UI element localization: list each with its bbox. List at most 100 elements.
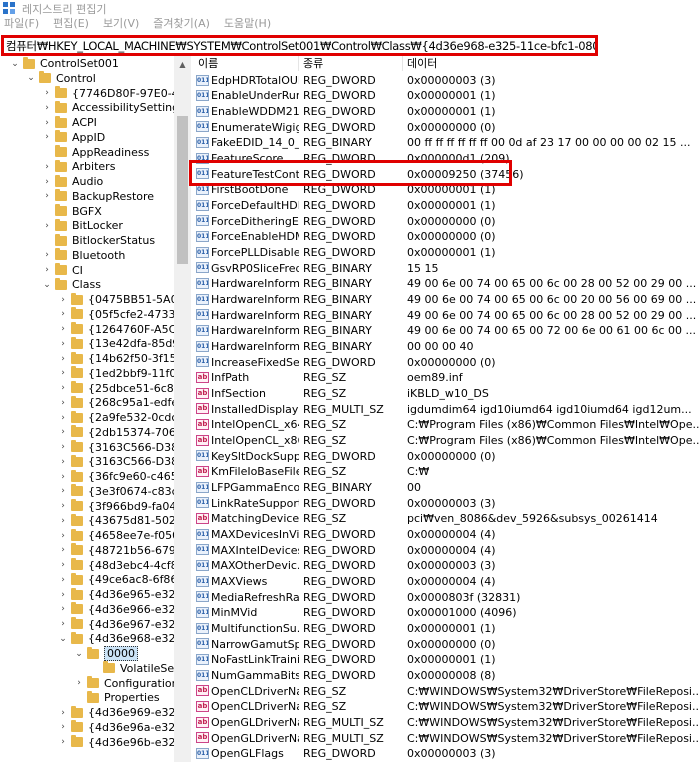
value-row[interactable]: 011HardwareInforma... REG_BINARY 49 00 6e … bbox=[192, 276, 699, 292]
tree-item[interactable]: › AccessibilitySettings bbox=[42, 100, 174, 115]
tree-item[interactable]: › {4658ee7e-f050-11d bbox=[58, 528, 174, 543]
value-row[interactable]: 011 MultifunctionSu... REG_DWORD 0x00000001… bbox=[192, 621, 699, 637]
value-row[interactable]: 011KeySltDockSupp... REG_DWORD 0x00000000 … bbox=[192, 448, 699, 464]
expand-closed-icon[interactable]: › bbox=[42, 100, 52, 115]
tree-item[interactable]: › Arbiters bbox=[42, 159, 115, 174]
expand-closed-icon[interactable]: › bbox=[58, 454, 68, 469]
value-row[interactable]: 011ForceDefaultHDR... REG_DWORD 0x00000001… bbox=[192, 198, 699, 214]
expand-closed-icon[interactable]: › bbox=[58, 336, 68, 351]
column-header-name[interactable]: 이름 bbox=[198, 56, 218, 71]
expand-closed-icon[interactable]: › bbox=[42, 248, 52, 263]
value-row[interactable]: 011 EnableWDDM21 REG_DWORD 0x00000001 (1) bbox=[192, 104, 699, 120]
expand-closed-icon[interactable]: › bbox=[58, 395, 68, 410]
tree-item[interactable]: › {4d36e96b-e325-11c bbox=[58, 735, 174, 750]
value-row[interactable]: 011MAXDevicesInVi... REG_DWORD 0x00000004 … bbox=[192, 527, 699, 543]
menu-view[interactable]: 보기(V) bbox=[103, 14, 139, 34]
expand-closed-icon[interactable]: › bbox=[42, 130, 52, 145]
value-row[interactable]: 011FeatureTestContr... REG_DWORD 0x0000925… bbox=[192, 166, 699, 182]
expand-closed-icon[interactable]: › bbox=[58, 513, 68, 528]
tree-item[interactable]: ⌄ {4d36e968-e325-11c bbox=[58, 631, 174, 646]
expand-closed-icon[interactable]: › bbox=[42, 189, 52, 204]
tree-item[interactable]: ⌄ Control bbox=[26, 71, 96, 86]
tree-item[interactable]: BGFX bbox=[42, 204, 102, 219]
scroll-up-arrow-icon[interactable]: ▲ bbox=[174, 56, 191, 73]
value-row[interactable]: 011HardwareInforma... REG_BINARY 49 00 6e … bbox=[192, 307, 699, 323]
tree-item[interactable]: ⌄ ControlSet001 bbox=[10, 56, 119, 71]
tree-item[interactable]: › CI bbox=[42, 263, 83, 278]
value-row[interactable]: abInstalledDisplayD... REG_MULTI_SZ igdumd… bbox=[192, 401, 699, 417]
value-row[interactable]: 011ForceEnableHDM... REG_DWORD 0x00000000 … bbox=[192, 229, 699, 245]
value-row[interactable]: 011 GsvRP0SliceFreqs REG_BINARY 15 15 bbox=[192, 260, 699, 276]
value-row[interactable]: 011 MAXViews REG_DWORD 0x00000004 (4) bbox=[192, 574, 699, 590]
value-row[interactable]: ab InfPath REG_SZ oem89.inf bbox=[192, 370, 699, 386]
value-row[interactable]: 011MAXIntelDevices... REG_DWORD 0x00000004… bbox=[192, 542, 699, 558]
expand-closed-icon[interactable]: › bbox=[58, 469, 68, 484]
tree-item[interactable]: › {13e42dfa-85d9-424 bbox=[58, 336, 174, 351]
tree-item[interactable]: › {48d3ebc4-4cf8-48ff bbox=[58, 558, 174, 573]
expand-closed-icon[interactable]: › bbox=[58, 617, 68, 632]
value-row[interactable]: 011 MAXOtherDevic... REG_DWORD 0x00000003 (… bbox=[192, 558, 699, 574]
expand-closed-icon[interactable]: › bbox=[42, 86, 52, 101]
value-row[interactable]: 011 MinMVid REG_DWORD 0x00001000 (4096) bbox=[192, 605, 699, 621]
menu-file[interactable]: 파일(F) bbox=[4, 14, 39, 34]
expand-closed-icon[interactable]: › bbox=[58, 720, 68, 735]
value-row[interactable]: ab InfSection REG_SZ iKBLD_w10_DS bbox=[192, 386, 699, 402]
tree-scrollbar[interactable]: ▲ bbox=[174, 56, 191, 762]
tree-item[interactable]: › {05f5cfe2-4733-4950 bbox=[58, 307, 174, 322]
expand-closed-icon[interactable]: › bbox=[58, 307, 68, 322]
tree-item[interactable]: › {43675d81-502a-4a8 bbox=[58, 513, 174, 528]
value-row[interactable]: 011 OpenGLFlags REG_DWORD 0x00000003 (3) bbox=[192, 746, 699, 762]
menu-favorites[interactable]: 즐겨찾기(A) bbox=[153, 14, 210, 34]
value-row[interactable]: abOpenGLDriverNa... REG_MULTI_SZ C:₩WINDOW… bbox=[192, 715, 699, 731]
value-row[interactable]: 011FakeEDID_14_0_a... REG_BINARY 00 ff ff … bbox=[192, 135, 699, 151]
tree-item[interactable]: › {4d36e96a-e325-11c bbox=[58, 720, 174, 735]
value-row[interactable]: 011NarrowGamutSpl... REG_DWORD 0x00000000 … bbox=[192, 636, 699, 652]
expand-closed-icon[interactable]: › bbox=[58, 602, 68, 617]
expand-open-icon[interactable]: ⌄ bbox=[26, 71, 36, 86]
value-row[interactable]: 011 NumGammaBits REG_DWORD 0x00000008 (8) bbox=[192, 668, 699, 684]
expand-closed-icon[interactable]: › bbox=[58, 543, 68, 558]
tree-item[interactable]: › ACPI bbox=[42, 115, 97, 130]
value-row[interactable]: 011NoFastLinkTraini... REG_DWORD 0x0000000… bbox=[192, 652, 699, 668]
value-row[interactable]: 011 LinkRateSupport REG_DWORD 0x00000003 (3… bbox=[192, 495, 699, 511]
tree-item[interactable]: › Configuration bbox=[74, 676, 174, 691]
menu-edit[interactable]: 편집(E) bbox=[53, 14, 89, 34]
expand-closed-icon[interactable]: › bbox=[58, 705, 68, 720]
expand-closed-icon[interactable]: › bbox=[58, 366, 68, 381]
expand-closed-icon[interactable]: › bbox=[58, 292, 68, 307]
tree-item[interactable]: AppReadiness bbox=[42, 145, 149, 160]
expand-closed-icon[interactable]: › bbox=[58, 735, 68, 750]
expand-closed-icon[interactable]: › bbox=[58, 558, 68, 573]
tree-item[interactable]: › Audio bbox=[42, 174, 103, 189]
expand-closed-icon[interactable]: › bbox=[58, 381, 68, 396]
tree-item[interactable]: › {4d36e966-e325-11c bbox=[58, 602, 174, 617]
tree-item[interactable]: › {1ed2bbf9-11f0-4084 bbox=[58, 366, 174, 381]
tree-item[interactable]: › {7746D80F-97E0-4E26-9 bbox=[42, 86, 174, 101]
value-row[interactable]: 011HardwareInforma... REG_BINARY 49 00 6e … bbox=[192, 323, 699, 339]
expand-closed-icon[interactable]: › bbox=[42, 263, 52, 278]
value-row[interactable]: abKmFileIoBaseFile... REG_SZ C:₩ bbox=[192, 464, 699, 480]
tree-item[interactable]: › {3e3f0674-c83c-4558 bbox=[58, 484, 174, 499]
expand-closed-icon[interactable]: › bbox=[42, 115, 52, 130]
value-row[interactable]: 011ForcePLLDisable... REG_DWORD 0x00000001… bbox=[192, 245, 699, 261]
column-header-data[interactable]: 데이터 bbox=[407, 56, 437, 71]
expand-open-icon[interactable]: ⌄ bbox=[42, 277, 52, 292]
column-header-type[interactable]: 종류 bbox=[303, 56, 323, 71]
expand-closed-icon[interactable]: › bbox=[58, 587, 68, 602]
expand-closed-icon[interactable]: › bbox=[58, 322, 68, 337]
tree-item[interactable]: › {4d36e967-e325-11c bbox=[58, 617, 174, 632]
tree-item[interactable]: VolatileSetting bbox=[90, 661, 174, 676]
tree-item[interactable]: › {1264760F-A5C8-4BF bbox=[58, 322, 174, 337]
expand-open-icon[interactable]: ⌄ bbox=[74, 646, 84, 661]
value-row[interactable]: 011IncreaseFixedSeg... REG_DWORD 0x0000000… bbox=[192, 354, 699, 370]
tree-item[interactable]: › {2db15374-706e-413 bbox=[58, 425, 174, 440]
tree-item[interactable]: › BitLocker bbox=[42, 218, 123, 233]
expand-open-icon[interactable]: ⌄ bbox=[10, 56, 20, 71]
expand-open-icon[interactable]: ⌄ bbox=[58, 631, 68, 646]
tree-item[interactable]: ⌄ 0000 bbox=[74, 646, 138, 661]
value-row[interactable]: abIntelOpenCL_x64... REG_SZ C:₩Program Fil… bbox=[192, 417, 699, 433]
expand-closed-icon[interactable]: › bbox=[42, 218, 52, 233]
value-row[interactable]: 011HardwareInforma... REG_BINARY 00 00 00 … bbox=[192, 339, 699, 355]
tree-item[interactable]: › {2a9fe532-0cdc-44f9 bbox=[58, 410, 174, 425]
expand-closed-icon[interactable]: › bbox=[58, 499, 68, 514]
